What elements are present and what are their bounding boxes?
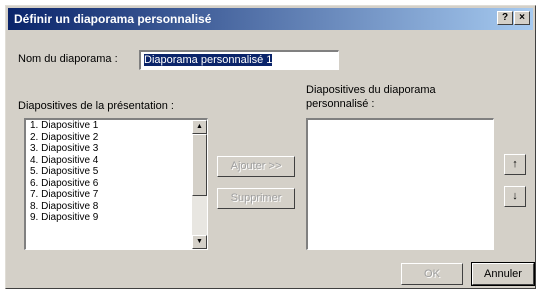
slide-list-item[interactable]: 5. Diapositive 5 [26, 166, 207, 178]
cancel-button[interactable]: Annuler [471, 262, 535, 286]
arrow-down-icon: ↓ [512, 190, 518, 202]
help-button[interactable]: ? [497, 11, 513, 25]
show-name-value: Diaporama personnalisé 1 [144, 54, 273, 66]
presentation-slides-list[interactable]: 1. Diapositive 1 2. Diapositive 2 3. Diapo… [24, 118, 208, 250]
slide-list-item[interactable]: 7. Diapositive 7 [26, 189, 207, 201]
move-up-button[interactable]: ↑ [504, 154, 526, 175]
slide-list-item[interactable]: 3. Diapositive 3 [26, 143, 207, 155]
custom-show-slides-list[interactable] [306, 118, 494, 250]
scroll-up-icon[interactable]: ▲ [192, 120, 207, 134]
show-name-input[interactable]: Diaporama personnalisé 1 [139, 50, 339, 70]
add-button[interactable]: Ajouter >> [217, 156, 295, 177]
name-label: Nom du diaporama : [18, 53, 118, 65]
remove-button[interactable]: Supprimer [217, 188, 295, 209]
presentation-slides-label: Diapositives de la présentation : [18, 100, 174, 112]
slide-list-item[interactable]: 9. Diapositive 9 [26, 212, 207, 224]
scroll-thumb[interactable] [192, 134, 207, 196]
list-items: 1. Diapositive 1 2. Diapositive 2 3. Diapo… [26, 120, 207, 224]
slide-list-item[interactable]: 4. Diapositive 4 [26, 155, 207, 167]
slide-list-item[interactable]: 8. Diapositive 8 [26, 201, 207, 213]
slide-list-item[interactable]: 1. Diapositive 1 [26, 120, 207, 132]
scroll-down-icon[interactable]: ▼ [192, 235, 207, 249]
slide-list-item[interactable]: 6. Diapositive 6 [26, 178, 207, 190]
ok-button[interactable]: OK [401, 263, 463, 285]
move-down-button[interactable]: ↓ [504, 186, 526, 207]
close-button[interactable]: × [514, 11, 530, 25]
custom-show-dialog: Définir un diaporama personnalisé ? × No… [5, 5, 536, 289]
slide-list-item[interactable]: 2. Diapositive 2 [26, 132, 207, 144]
arrow-up-icon: ↑ [512, 158, 518, 170]
title-bar[interactable]: Définir un diaporama personnalisé ? × [8, 8, 533, 30]
vertical-scrollbar[interactable]: ▲ ▼ [192, 120, 207, 249]
custom-slides-label-line1: Diapositives du diaporama [306, 84, 436, 96]
custom-slides-label-line2: personnalisé : [306, 98, 375, 110]
dialog-title: Définir un diaporama personnalisé [14, 12, 212, 26]
